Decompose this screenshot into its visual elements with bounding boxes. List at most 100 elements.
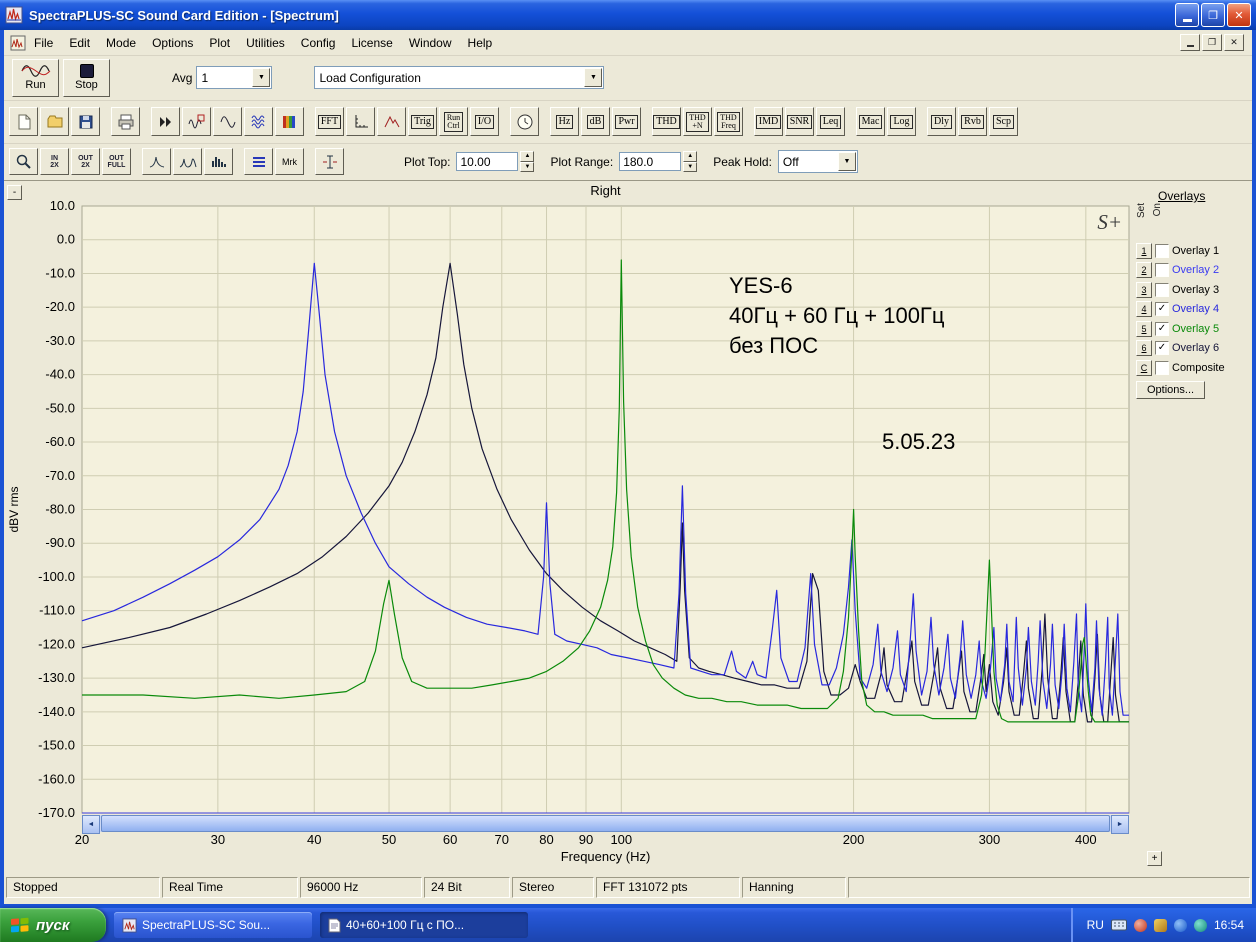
- thd-freq-button[interactable]: THD Freq: [714, 107, 743, 136]
- leq-button[interactable]: Leq: [816, 107, 845, 136]
- run-control-button[interactable]: Run Ctrl: [439, 107, 468, 136]
- macro-button[interactable]: Mac: [856, 107, 885, 136]
- line-view-button[interactable]: [244, 148, 273, 175]
- thd-button[interactable]: THD: [652, 107, 681, 136]
- zoom-out-2x-button[interactable]: OUT 2X: [71, 148, 100, 175]
- peak-hold-combobox[interactable]: Off ▼: [778, 150, 858, 173]
- overlay-5-set-button[interactable]: 5: [1136, 321, 1152, 337]
- overlay-5-checkbox[interactable]: ✓: [1155, 322, 1169, 336]
- power-units-button[interactable]: Pwr: [612, 107, 641, 136]
- start-button[interactable]: пуск: [0, 908, 106, 942]
- logging-button[interactable]: Log: [887, 107, 916, 136]
- overlays-options-button[interactable]: Options...: [1136, 381, 1205, 399]
- close-button[interactable]: ✕: [1227, 3, 1251, 27]
- save-button[interactable]: [71, 107, 100, 136]
- overlay-1-set-button[interactable]: 1: [1136, 243, 1152, 259]
- tray-icon-3[interactable]: [1174, 919, 1187, 932]
- zoom-button[interactable]: [9, 148, 38, 175]
- menu-plot[interactable]: Plot: [201, 32, 238, 54]
- pane-collapse-button[interactable]: -: [7, 185, 22, 200]
- peak-hold-dropdown-icon[interactable]: ▼: [838, 152, 856, 171]
- fast-forward-button[interactable]: [151, 107, 180, 136]
- dual-peak-view-button[interactable]: [173, 148, 202, 175]
- overlay-2-checkbox[interactable]: [1155, 263, 1169, 277]
- fft-settings-button[interactable]: FFT: [315, 107, 344, 136]
- overlay-1-checkbox[interactable]: [1155, 244, 1169, 258]
- composite-checkbox[interactable]: [1155, 361, 1169, 375]
- overlay-2-set-button[interactable]: 2: [1136, 262, 1152, 278]
- restore-button[interactable]: ❐: [1201, 3, 1225, 27]
- scaling-button[interactable]: [346, 107, 375, 136]
- child-close-button[interactable]: ✕: [1224, 34, 1244, 51]
- avg-combobox[interactable]: 1 ▼: [196, 66, 272, 89]
- menu-license[interactable]: License: [343, 32, 400, 54]
- snr-button[interactable]: SNR: [785, 107, 814, 136]
- menu-config[interactable]: Config: [293, 32, 344, 54]
- plot-range-input[interactable]: [619, 152, 681, 171]
- io-device-button[interactable]: I/O: [470, 107, 499, 136]
- plot-top-spinner[interactable]: ▲ ▼: [520, 151, 534, 172]
- overlay-3-set-button[interactable]: 3: [1136, 282, 1152, 298]
- plot-top-input[interactable]: [456, 152, 518, 171]
- waveform-button[interactable]: [213, 107, 242, 136]
- hz-units-button[interactable]: Hz: [550, 107, 579, 136]
- zoom-in-2x-button[interactable]: IN 2X: [40, 148, 69, 175]
- scope-button[interactable]: Scp: [989, 107, 1018, 136]
- plot-range-spinner[interactable]: ▲ ▼: [683, 151, 697, 172]
- overlay-6-checkbox[interactable]: ✓: [1155, 341, 1169, 355]
- menu-file[interactable]: File: [26, 32, 61, 54]
- plot-top-spin-down-icon[interactable]: ▼: [520, 162, 534, 173]
- menu-mode[interactable]: Mode: [98, 32, 144, 54]
- child-minimize-button[interactable]: [1180, 34, 1200, 51]
- avg-dropdown-icon[interactable]: ▼: [252, 68, 270, 87]
- overlay-4-set-button[interactable]: 4: [1136, 301, 1152, 317]
- marker-button[interactable]: Mrk: [275, 148, 304, 175]
- configuration-dropdown-icon[interactable]: ▼: [584, 68, 602, 87]
- composite-set-button[interactable]: C: [1136, 360, 1152, 376]
- task-button-document[interactable]: 40+60+100 Гц с ПО...: [320, 912, 528, 938]
- spectrum-plot[interactable]: 10.00.0-10.0-20.0-30.0-40.0-50.0-60.0-70…: [4, 181, 1139, 871]
- scroll-left-icon[interactable]: ◄: [82, 815, 100, 834]
- keyboard-icon[interactable]: [1111, 919, 1127, 931]
- signal-generator-button[interactable]: [510, 107, 539, 136]
- plot-range-spin-down-icon[interactable]: ▼: [683, 162, 697, 173]
- child-restore-button[interactable]: ❐: [1202, 34, 1222, 51]
- pane-expand-button[interactable]: +: [1147, 851, 1162, 866]
- print-button[interactable]: [111, 107, 140, 136]
- scrollbar-thumb[interactable]: [101, 815, 1110, 832]
- menu-help[interactable]: Help: [460, 32, 501, 54]
- spectrogram-button[interactable]: [275, 107, 304, 136]
- overlay-4-checkbox[interactable]: ✓: [1155, 302, 1169, 316]
- bar-view-button[interactable]: [204, 148, 233, 175]
- zoom-out-full-button[interactable]: OUT FULL: [102, 148, 131, 175]
- trigger-button[interactable]: Trig: [408, 107, 437, 136]
- language-indicator[interactable]: RU: [1087, 918, 1104, 932]
- imd-button[interactable]: IMD: [754, 107, 783, 136]
- tray-icon-2[interactable]: [1154, 919, 1167, 932]
- task-button-spectraplus[interactable]: SpectraPLUS-SC Sou...: [114, 912, 312, 938]
- db-units-button[interactable]: dB: [581, 107, 610, 136]
- plot-range-spin-up-icon[interactable]: ▲: [683, 151, 697, 162]
- tray-icon-1[interactable]: [1134, 919, 1147, 932]
- minimize-button[interactable]: [1175, 3, 1199, 27]
- menu-utilities[interactable]: Utilities: [238, 32, 293, 54]
- plot-top-spin-up-icon[interactable]: ▲: [520, 151, 534, 162]
- overlay-6-set-button[interactable]: 6: [1136, 340, 1152, 356]
- tray-icon-4[interactable]: [1194, 919, 1207, 932]
- post-processing-button[interactable]: [377, 107, 406, 136]
- multi-waveform-button[interactable]: [244, 107, 273, 136]
- thd-n-button[interactable]: THD +N: [683, 107, 712, 136]
- menu-edit[interactable]: Edit: [61, 32, 98, 54]
- delay-button[interactable]: Dly: [927, 107, 956, 136]
- new-file-button[interactable]: [9, 107, 38, 136]
- run-button[interactable]: Run: [12, 59, 59, 97]
- scroll-right-icon[interactable]: ►: [1111, 815, 1129, 834]
- plot-horizontal-scrollbar[interactable]: ◄ ►: [82, 815, 1129, 832]
- reverb-button[interactable]: Rvb: [958, 107, 987, 136]
- time-series-zoom-button[interactable]: [182, 107, 211, 136]
- menu-window[interactable]: Window: [401, 32, 460, 54]
- open-file-button[interactable]: [40, 107, 69, 136]
- narrowband-view-button[interactable]: [142, 148, 171, 175]
- configuration-combobox[interactable]: Load Configuration ▼: [314, 66, 604, 89]
- menu-options[interactable]: Options: [144, 32, 201, 54]
